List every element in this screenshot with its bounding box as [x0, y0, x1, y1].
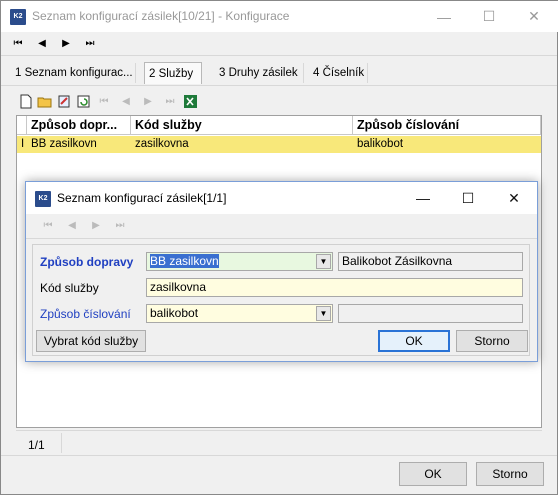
- field-label-zpusob-dopravy: Způsob dopravy: [40, 255, 134, 269]
- app-icon: K2: [10, 9, 26, 25]
- dialog-title: Seznam konfigurací zásilek[1/1]: [57, 191, 227, 205]
- footer-divider: [1, 455, 557, 456]
- row-cursor-indicator: I: [21, 138, 25, 150]
- last-record-icon: ⏭: [165, 95, 175, 107]
- close-button[interactable]: ✕: [511, 1, 557, 32]
- zpusob-cislovani-description: [338, 304, 523, 323]
- title-bar: K2 Seznam konfigurací zásilek[10/21] - K…: [1, 1, 558, 32]
- tab-divider: [367, 63, 368, 83]
- kod-sluzby-input[interactable]: zasilkovna: [146, 278, 523, 297]
- excel-export-icon[interactable]: [183, 94, 199, 109]
- toolbar-divider: [1, 55, 557, 56]
- dialog-ok-button[interactable]: OK: [378, 330, 450, 352]
- edit-record-icon[interactable]: [57, 94, 72, 109]
- last-record-icon[interactable]: ⏭: [81, 34, 99, 52]
- dialog-toolbar-divider: [26, 238, 537, 239]
- cell-kod-sluzby[interactable]: zasilkovna: [133, 136, 353, 153]
- zpusob-dopravy-value: BB zasilkovn: [150, 254, 219, 268]
- zpusob-cislovani-combo[interactable]: balikobot ▼: [146, 304, 333, 323]
- select-service-code-button[interactable]: Vybrat kód služby: [36, 330, 146, 352]
- maximize-button[interactable]: ☐: [466, 1, 512, 32]
- tab-divider: [303, 63, 304, 83]
- field-label-zpusob-cislovani[interactable]: Způsob číslování: [40, 307, 131, 321]
- record-counter: 1/1: [28, 438, 45, 452]
- dialog-cancel-button[interactable]: Storno: [456, 330, 528, 352]
- previous-record-icon: ◀: [122, 95, 130, 107]
- dialog-minimize-button[interactable]: —: [400, 182, 446, 214]
- cancel-button[interactable]: Storno: [476, 462, 544, 486]
- open-folder-icon[interactable]: [37, 94, 53, 109]
- status-divider: [61, 433, 62, 453]
- minimize-button[interactable]: —: [421, 1, 467, 32]
- first-record-icon: ⏮: [43, 219, 53, 231]
- first-record-icon[interactable]: ⏮: [9, 34, 27, 52]
- tab-ciselnik[interactable]: 4 Číselník: [309, 62, 368, 84]
- record-toolbar: ⏮ ◀ ▶ ⏭: [19, 93, 199, 109]
- table-row[interactable]: I BB zasilkovn zasilkovna balikobot: [17, 136, 541, 153]
- detail-dialog: K2 Seznam konfigurací zásilek[1/1] — ☐ ✕…: [25, 181, 538, 362]
- dialog-maximize-button[interactable]: ☐: [445, 182, 491, 214]
- refresh-record-icon[interactable]: [76, 94, 91, 109]
- dialog-close-button[interactable]: ✕: [491, 182, 537, 214]
- previous-record-icon[interactable]: ◀: [33, 34, 51, 52]
- status-divider: [16, 430, 542, 431]
- chevron-down-icon[interactable]: ▼: [316, 306, 331, 321]
- next-record-icon: ▶: [92, 219, 100, 231]
- next-record-icon[interactable]: ▶: [57, 34, 75, 52]
- column-header-zpusob-dopravy[interactable]: Způsob dopr...: [27, 116, 131, 135]
- ok-button[interactable]: OK: [399, 462, 467, 486]
- dialog-app-icon: K2: [35, 191, 51, 207]
- tab-seznam-konfiguraci[interactable]: 1 Seznam konfigurac...: [11, 62, 137, 84]
- zpusob-dopravy-combo[interactable]: BB zasilkovn ▼: [146, 252, 333, 271]
- zpusob-dopravy-description: Balikobot Zásilkovna: [338, 252, 523, 271]
- chevron-down-icon[interactable]: ▼: [316, 254, 331, 269]
- row-indicator-header: [17, 116, 27, 135]
- column-header-zpusob-cislovani[interactable]: Způsob číslování: [353, 116, 541, 135]
- tabs-bottom-divider: [1, 85, 557, 86]
- first-record-icon: ⏮: [99, 95, 109, 107]
- zpusob-cislovani-value: balikobot: [150, 306, 199, 320]
- column-header-kod-sluzby[interactable]: Kód služby: [131, 116, 353, 135]
- window-title: Seznam konfigurací zásilek[10/21] - Konf…: [32, 9, 290, 23]
- tab-sluzby[interactable]: 2 Služby: [144, 62, 202, 84]
- nav-toolbar: ⏮ ◀ ▶ ⏭: [9, 34, 99, 52]
- grid-header: Způsob dopr... Kód služby Způsob číslová…: [17, 116, 541, 135]
- dialog-nav-toolbar: ⏮ ◀ ▶ ⏭: [39, 216, 129, 234]
- field-label-kod-sluzby: Kód služby: [40, 281, 99, 295]
- cell-zpusob-cislovani[interactable]: balikobot: [355, 136, 541, 153]
- cell-zpusob-dopravy[interactable]: BB zasilkovn: [29, 136, 131, 153]
- next-record-icon: ▶: [144, 95, 152, 107]
- tab-druhy-zasilek[interactable]: 3 Druhy zásilek: [215, 62, 302, 84]
- new-record-icon[interactable]: [19, 94, 33, 109]
- tab-divider: [135, 63, 136, 83]
- dialog-title-bar: K2 Seznam konfigurací zásilek[1/1] — ☐ ✕: [26, 182, 537, 214]
- previous-record-icon: ◀: [68, 219, 76, 231]
- last-record-icon: ⏭: [115, 219, 125, 231]
